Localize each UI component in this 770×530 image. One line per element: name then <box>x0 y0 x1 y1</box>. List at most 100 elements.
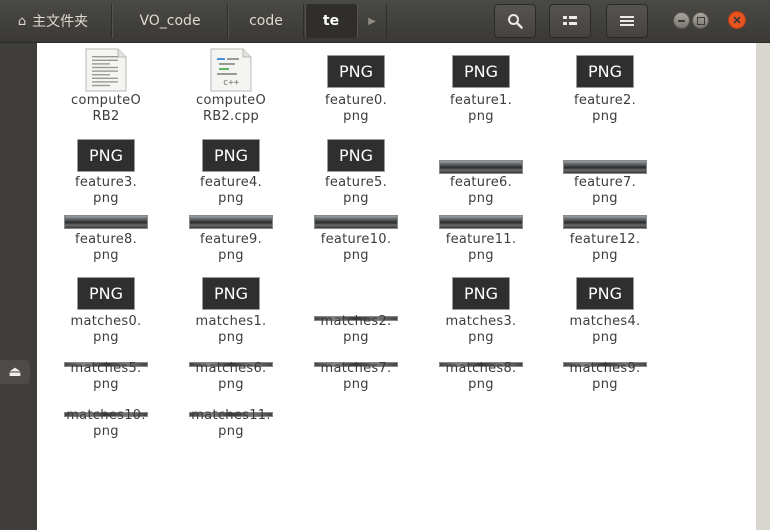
breadcrumb-forward-button[interactable]: ▶ <box>357 4 387 38</box>
file-name-label: feature11. <box>445 232 517 247</box>
menu-button[interactable] <box>606 4 648 38</box>
file-name-label: png <box>93 248 119 263</box>
image-thumbnail-icon <box>189 215 273 229</box>
png-thumbnail-icon: PNG <box>452 277 510 310</box>
breadcrumb-label: te <box>322 13 340 29</box>
file-name-label: png <box>468 377 494 392</box>
minimize-icon <box>678 20 685 22</box>
breadcrumb-label: code <box>249 13 283 29</box>
breadcrumb-label: VO_code <box>139 13 201 29</box>
image-thumbnail-icon <box>439 160 523 174</box>
file-name-label: matches4. <box>569 314 641 329</box>
file-name-label: RB2 <box>92 109 120 124</box>
breadcrumb-label: 主文件夹 <box>32 14 89 30</box>
text-file-icon <box>85 48 127 92</box>
file-name-label: feature2. <box>573 93 637 108</box>
file-name-label: png <box>93 377 119 392</box>
header-bar: ⌂ 主文件夹 VO_code code te ▶ <box>0 0 770 43</box>
breadcrumb-vo-code[interactable]: VO_code <box>112 4 228 38</box>
cpp-badge: c++ <box>222 78 240 88</box>
search-button[interactable] <box>494 4 536 38</box>
close-button[interactable] <box>728 11 746 29</box>
file-name-label: matches6. <box>195 361 267 376</box>
file-name-label: png <box>592 377 618 392</box>
png-thumbnail-icon: PNG <box>576 277 634 310</box>
file-name-label: feature12. <box>569 232 641 247</box>
file-name-label: png <box>592 330 618 345</box>
breadcrumb-home[interactable]: ⌂ 主文件夹 <box>0 4 112 38</box>
file-grid: computeO RB2 c++ computeO RB2.cpp PNG feature0… <box>37 43 756 530</box>
file-name-label: feature7. <box>573 175 637 190</box>
file-name-label: matches10. <box>66 408 146 423</box>
file-name-label: matches3. <box>445 314 517 329</box>
file-name-label: png <box>218 330 244 345</box>
file-name-label: png <box>468 248 494 263</box>
home-icon: ⌂ <box>17 13 27 29</box>
file-name-label: computeO <box>196 93 266 108</box>
view-toggle-icon <box>563 16 577 25</box>
image-thumbnail-icon <box>563 160 647 174</box>
file-name-label: png <box>343 377 369 392</box>
file-name-label: feature10. <box>320 232 392 247</box>
file-name-label: feature6. <box>449 175 513 190</box>
image-thumbnail-icon <box>64 215 148 229</box>
file-name-label: matches1. <box>195 314 267 329</box>
file-name-label: png <box>592 109 618 124</box>
eject-button[interactable]: ⏏ <box>0 360 30 384</box>
png-thumbnail-icon: PNG <box>77 277 135 310</box>
file-name-label: feature9. <box>199 232 263 247</box>
close-icon <box>733 16 741 24</box>
maximize-icon <box>697 17 705 25</box>
png-thumbnail-icon: PNG <box>452 55 510 88</box>
png-thumbnail-icon: PNG <box>77 139 135 172</box>
file-name-label: png <box>343 330 369 345</box>
file-name-label: png <box>93 424 119 439</box>
chevron-right-icon: ▶ <box>368 15 376 27</box>
file-name-label: png <box>468 191 494 206</box>
file-name-label: matches8. <box>445 361 517 376</box>
image-thumbnail-icon <box>314 215 398 229</box>
file-name-label: png <box>218 424 244 439</box>
file-name-label: matches2. <box>320 314 392 329</box>
file-name-label: computeO <box>71 93 141 108</box>
file-name-label: matches0. <box>70 314 142 329</box>
file-name-label: png <box>93 330 119 345</box>
png-thumbnail-icon: PNG <box>327 139 385 172</box>
file-name-label: png <box>218 248 244 263</box>
breadcrumb-te[interactable]: te <box>305 4 357 38</box>
file-name-label: png <box>218 377 244 392</box>
view-toggle-button[interactable] <box>549 4 591 38</box>
png-thumbnail-icon: PNG <box>327 55 385 88</box>
file-name-label: png <box>468 109 494 124</box>
file-name-label: feature5. <box>324 175 388 190</box>
file-name-label: png <box>468 330 494 345</box>
window-edge <box>756 43 770 530</box>
file-name-label: png <box>343 109 369 124</box>
file-name-label: RB2.cpp <box>202 109 260 124</box>
png-thumbnail-icon: PNG <box>576 55 634 88</box>
file-name-label: feature8. <box>74 232 138 247</box>
file-name-label: matches7. <box>320 361 392 376</box>
png-thumbnail-icon: PNG <box>202 277 260 310</box>
breadcrumb-code[interactable]: code <box>228 4 304 38</box>
file-name-label: png <box>592 248 618 263</box>
image-thumbnail-icon <box>439 215 523 229</box>
file-name-label: png <box>343 191 369 206</box>
search-icon <box>508 14 523 29</box>
image-thumbnail-icon <box>563 215 647 229</box>
file-name-label: matches9. <box>569 361 641 376</box>
menu-icon <box>620 16 634 26</box>
file-name-label: matches11. <box>191 408 271 423</box>
file-name-label: png <box>592 191 618 206</box>
png-thumbnail-icon: PNG <box>202 139 260 172</box>
file-name-label: feature0. <box>324 93 388 108</box>
file-name-label: feature4. <box>199 175 263 190</box>
maximize-button[interactable] <box>692 12 709 29</box>
file-name-label: png <box>343 248 369 263</box>
sidebar: ⏏ <box>0 43 36 530</box>
eject-icon: ⏏ <box>8 364 22 380</box>
file-name-label: png <box>93 191 119 206</box>
file-name-label: matches5. <box>70 361 142 376</box>
file-name-label: feature1. <box>449 93 513 108</box>
minimize-button[interactable] <box>673 12 690 29</box>
